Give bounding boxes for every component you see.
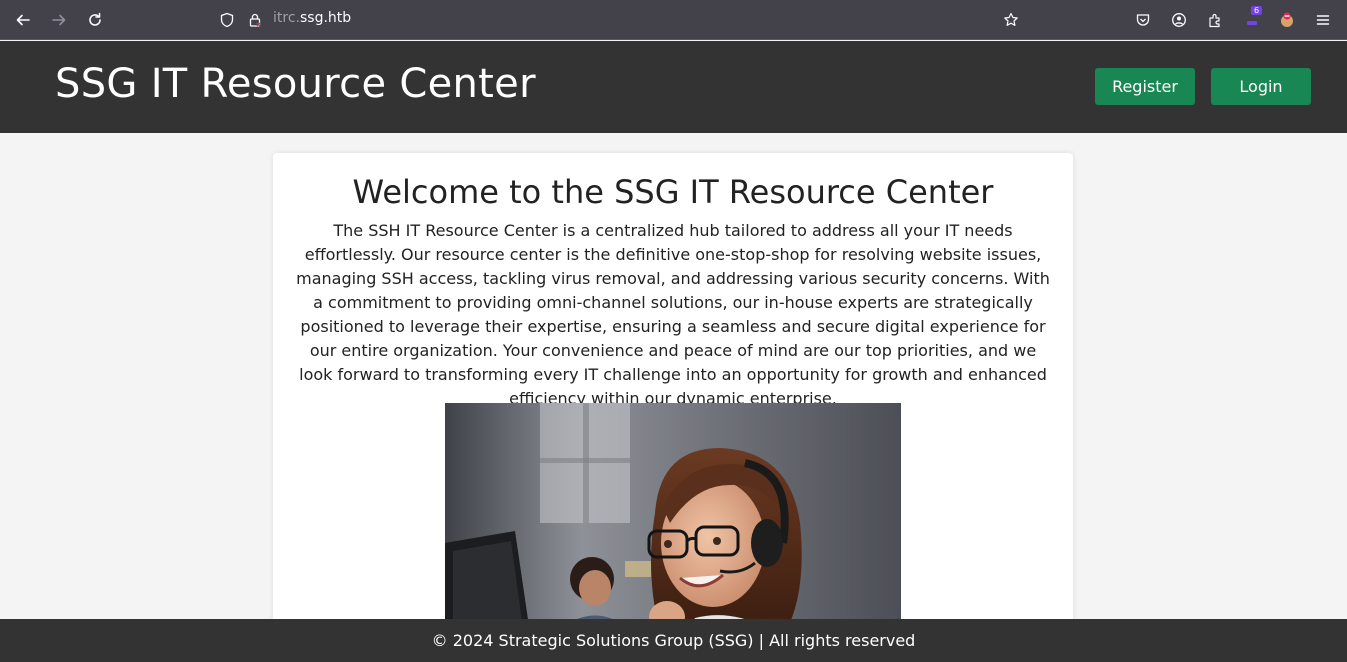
- register-button[interactable]: Register: [1095, 68, 1195, 105]
- site-footer: © 2024 Strategic Solutions Group (SSG) |…: [0, 619, 1347, 662]
- pocket-icon[interactable]: [1131, 8, 1155, 32]
- address-bar[interactable]: itrc.ssg.htb: [212, 6, 1032, 34]
- login-button[interactable]: Login: [1211, 68, 1311, 105]
- page-heading: Welcome to the SSG IT Resource Center: [352, 173, 994, 211]
- url-domain: ssg.htb: [299, 10, 352, 26]
- reload-icon[interactable]: [83, 8, 107, 32]
- lock-icon[interactable]: [243, 8, 267, 32]
- shield-icon[interactable]: [215, 8, 239, 32]
- star-icon[interactable]: [999, 8, 1023, 32]
- support-agent-image: [445, 403, 901, 633]
- forward-icon[interactable]: [47, 8, 71, 32]
- browser-toolbar: itrc.ssg.htb 6: [0, 0, 1347, 40]
- url-subdomain: itrc.: [273, 10, 300, 26]
- account-icon[interactable]: [1167, 8, 1191, 32]
- extensions-icon[interactable]: [1203, 8, 1227, 32]
- content-card: Welcome to the SSG IT Resource Center Th…: [273, 153, 1073, 633]
- extension-avatar-icon[interactable]: [1275, 8, 1299, 32]
- back-icon[interactable]: [11, 8, 35, 32]
- url-text: itrc.ssg.htb: [273, 10, 351, 26]
- extension-icon[interactable]: 6: [1241, 6, 1265, 32]
- site-header: SSG IT Resource Center Register Login: [0, 41, 1347, 133]
- intro-text: The SSH IT Resource Center is a centrali…: [296, 221, 1050, 408]
- site-title: SSG IT Resource Center: [55, 61, 536, 107]
- footer-copyright: © 2024 Strategic Solutions Group (SSG) |…: [431, 631, 916, 650]
- menu-icon[interactable]: [1311, 8, 1335, 32]
- extension-badge: 6: [1251, 6, 1263, 15]
